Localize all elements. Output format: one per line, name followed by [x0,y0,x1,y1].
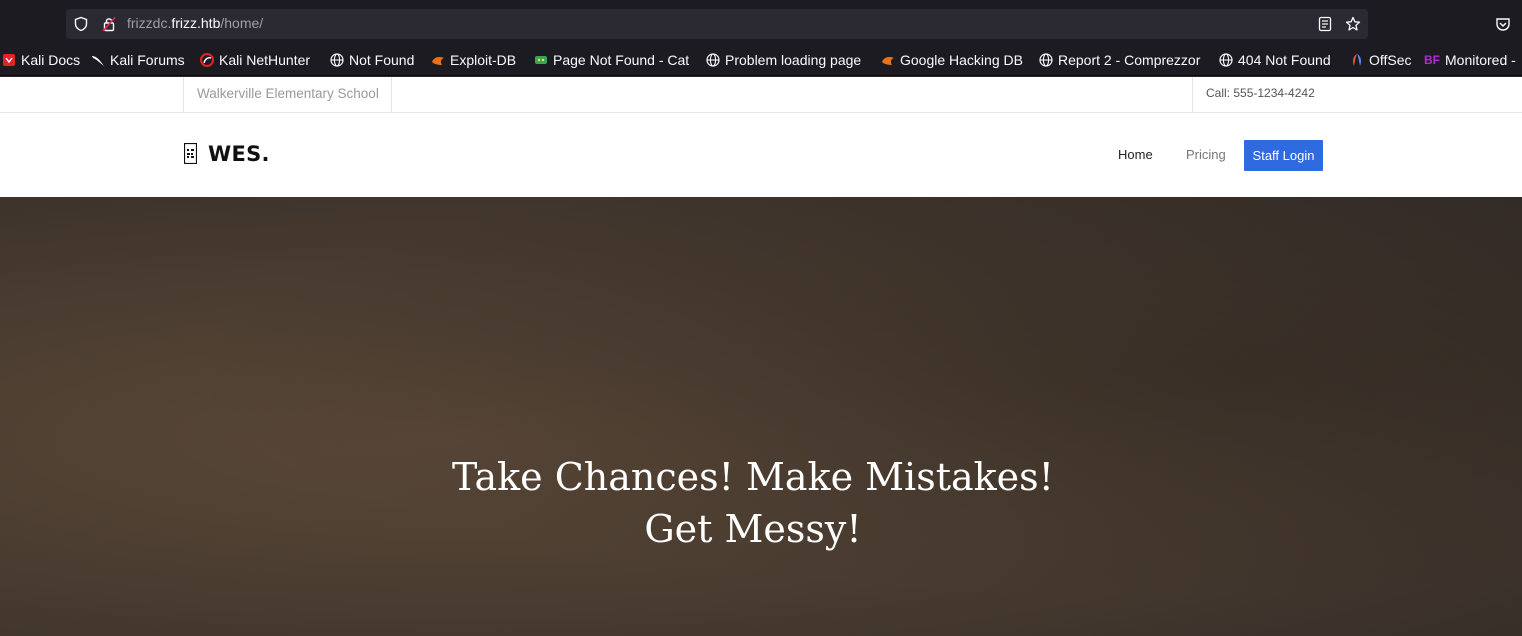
bookmark-label: Monitored - [1445,52,1516,68]
bookmark-kali-forums[interactable]: Kali Forums [91,44,185,75]
nav-home-link[interactable]: Home [1118,147,1153,162]
bookmark-label: Not Found [349,52,415,68]
url-path: /home/ [220,15,264,31]
bookmark-offsec[interactable]: OffSec [1350,44,1412,75]
bookmark-kali-nethunter[interactable]: Kali NetHunter [200,44,311,75]
exploitdb-icon [431,53,445,67]
staff-login-button[interactable]: Staff Login [1244,140,1323,171]
nethunter-icon [200,53,214,67]
site-topbar: Walkerville Elementary School Call: 555-… [0,77,1522,113]
globe-icon [1219,53,1233,67]
bookmark-label: OffSec [1369,52,1412,68]
bookmark-kali-docs[interactable]: Kali Docs [2,44,81,75]
hero-background [0,197,1522,636]
logo-icon[interactable] [184,143,197,164]
globe-icon [1039,53,1053,67]
bookmark-not-found[interactable]: Not Found [330,44,415,75]
hero-title: Take Chances! Make Mistakes! Get Messy! [452,455,1054,551]
hero-section: Take Chances! Make Mistakes! Get Messy! [0,197,1522,636]
url-text[interactable]: frizzdc.frizz.htb/home/ [127,15,263,31]
bookmark-page-not-found-cat[interactable]: Page Not Found - Cat [534,44,690,75]
reader-view-icon[interactable] [1317,16,1333,32]
url-host-prefix: frizzdc. [127,15,172,31]
bookmarks-toolbar: Kali Docs Kali Forums Kali NetHunter Not… [0,44,1522,76]
bookmark-label: Page Not Found - Cat [553,52,690,68]
bookmark-label: Problem loading page [725,52,862,68]
bookmark-google-hacking-db[interactable]: Google Hacking DB [881,44,1023,75]
pocket-icon[interactable] [1495,16,1511,32]
nav-pricing-link[interactable]: Pricing [1186,147,1226,162]
browser-toolbar: frizzdc.frizz.htb/home/ [0,0,1522,44]
url-host: frizz.htb [171,15,221,31]
cat-icon [534,53,548,67]
offsec-icon [1350,53,1364,67]
bf-icon: BF [1424,53,1440,67]
bookmark-label: Google Hacking DB [900,52,1023,68]
bookmark-label: Kali NetHunter [219,52,311,68]
bookmark-label: Kali Forums [110,52,185,68]
bookmark-label: Exploit-DB [450,52,517,68]
school-name: Walkerville Elementary School [183,77,392,113]
kali-docs-icon [2,53,16,67]
bookmark-404-not-found[interactable]: 404 Not Found [1219,44,1331,75]
bookmark-monitored[interactable]: BF Monitored - [1424,44,1516,75]
globe-icon [330,53,344,67]
bookmark-label: 404 Not Found [1238,52,1331,68]
exploitdb-icon [881,53,895,67]
bookmark-problem-loading-page[interactable]: Problem loading page [706,44,862,75]
insecure-lock-icon[interactable] [101,16,117,32]
bookmark-label: Report 2 - Comprezzor [1058,52,1201,68]
url-bar[interactable]: frizzdc.frizz.htb/home/ [66,9,1368,39]
bookmark-report-2-comprezzor[interactable]: Report 2 - Comprezzor [1039,44,1201,75]
web-page: Walkerville Elementary School Call: 555-… [0,77,1522,636]
bookmark-star-icon[interactable] [1345,16,1361,32]
bookmark-label: Kali Docs [21,52,81,68]
shield-icon[interactable] [73,16,89,32]
globe-icon [706,53,720,67]
bookmark-exploit-db[interactable]: Exploit-DB [431,44,517,75]
kali-dragon-icon [91,53,105,67]
phone-number: Call: 555-1234-4242 [1192,77,1522,113]
site-navbar: WES. Home Pricing Staff Login [0,113,1522,197]
site-brand[interactable]: WES. [208,142,270,166]
